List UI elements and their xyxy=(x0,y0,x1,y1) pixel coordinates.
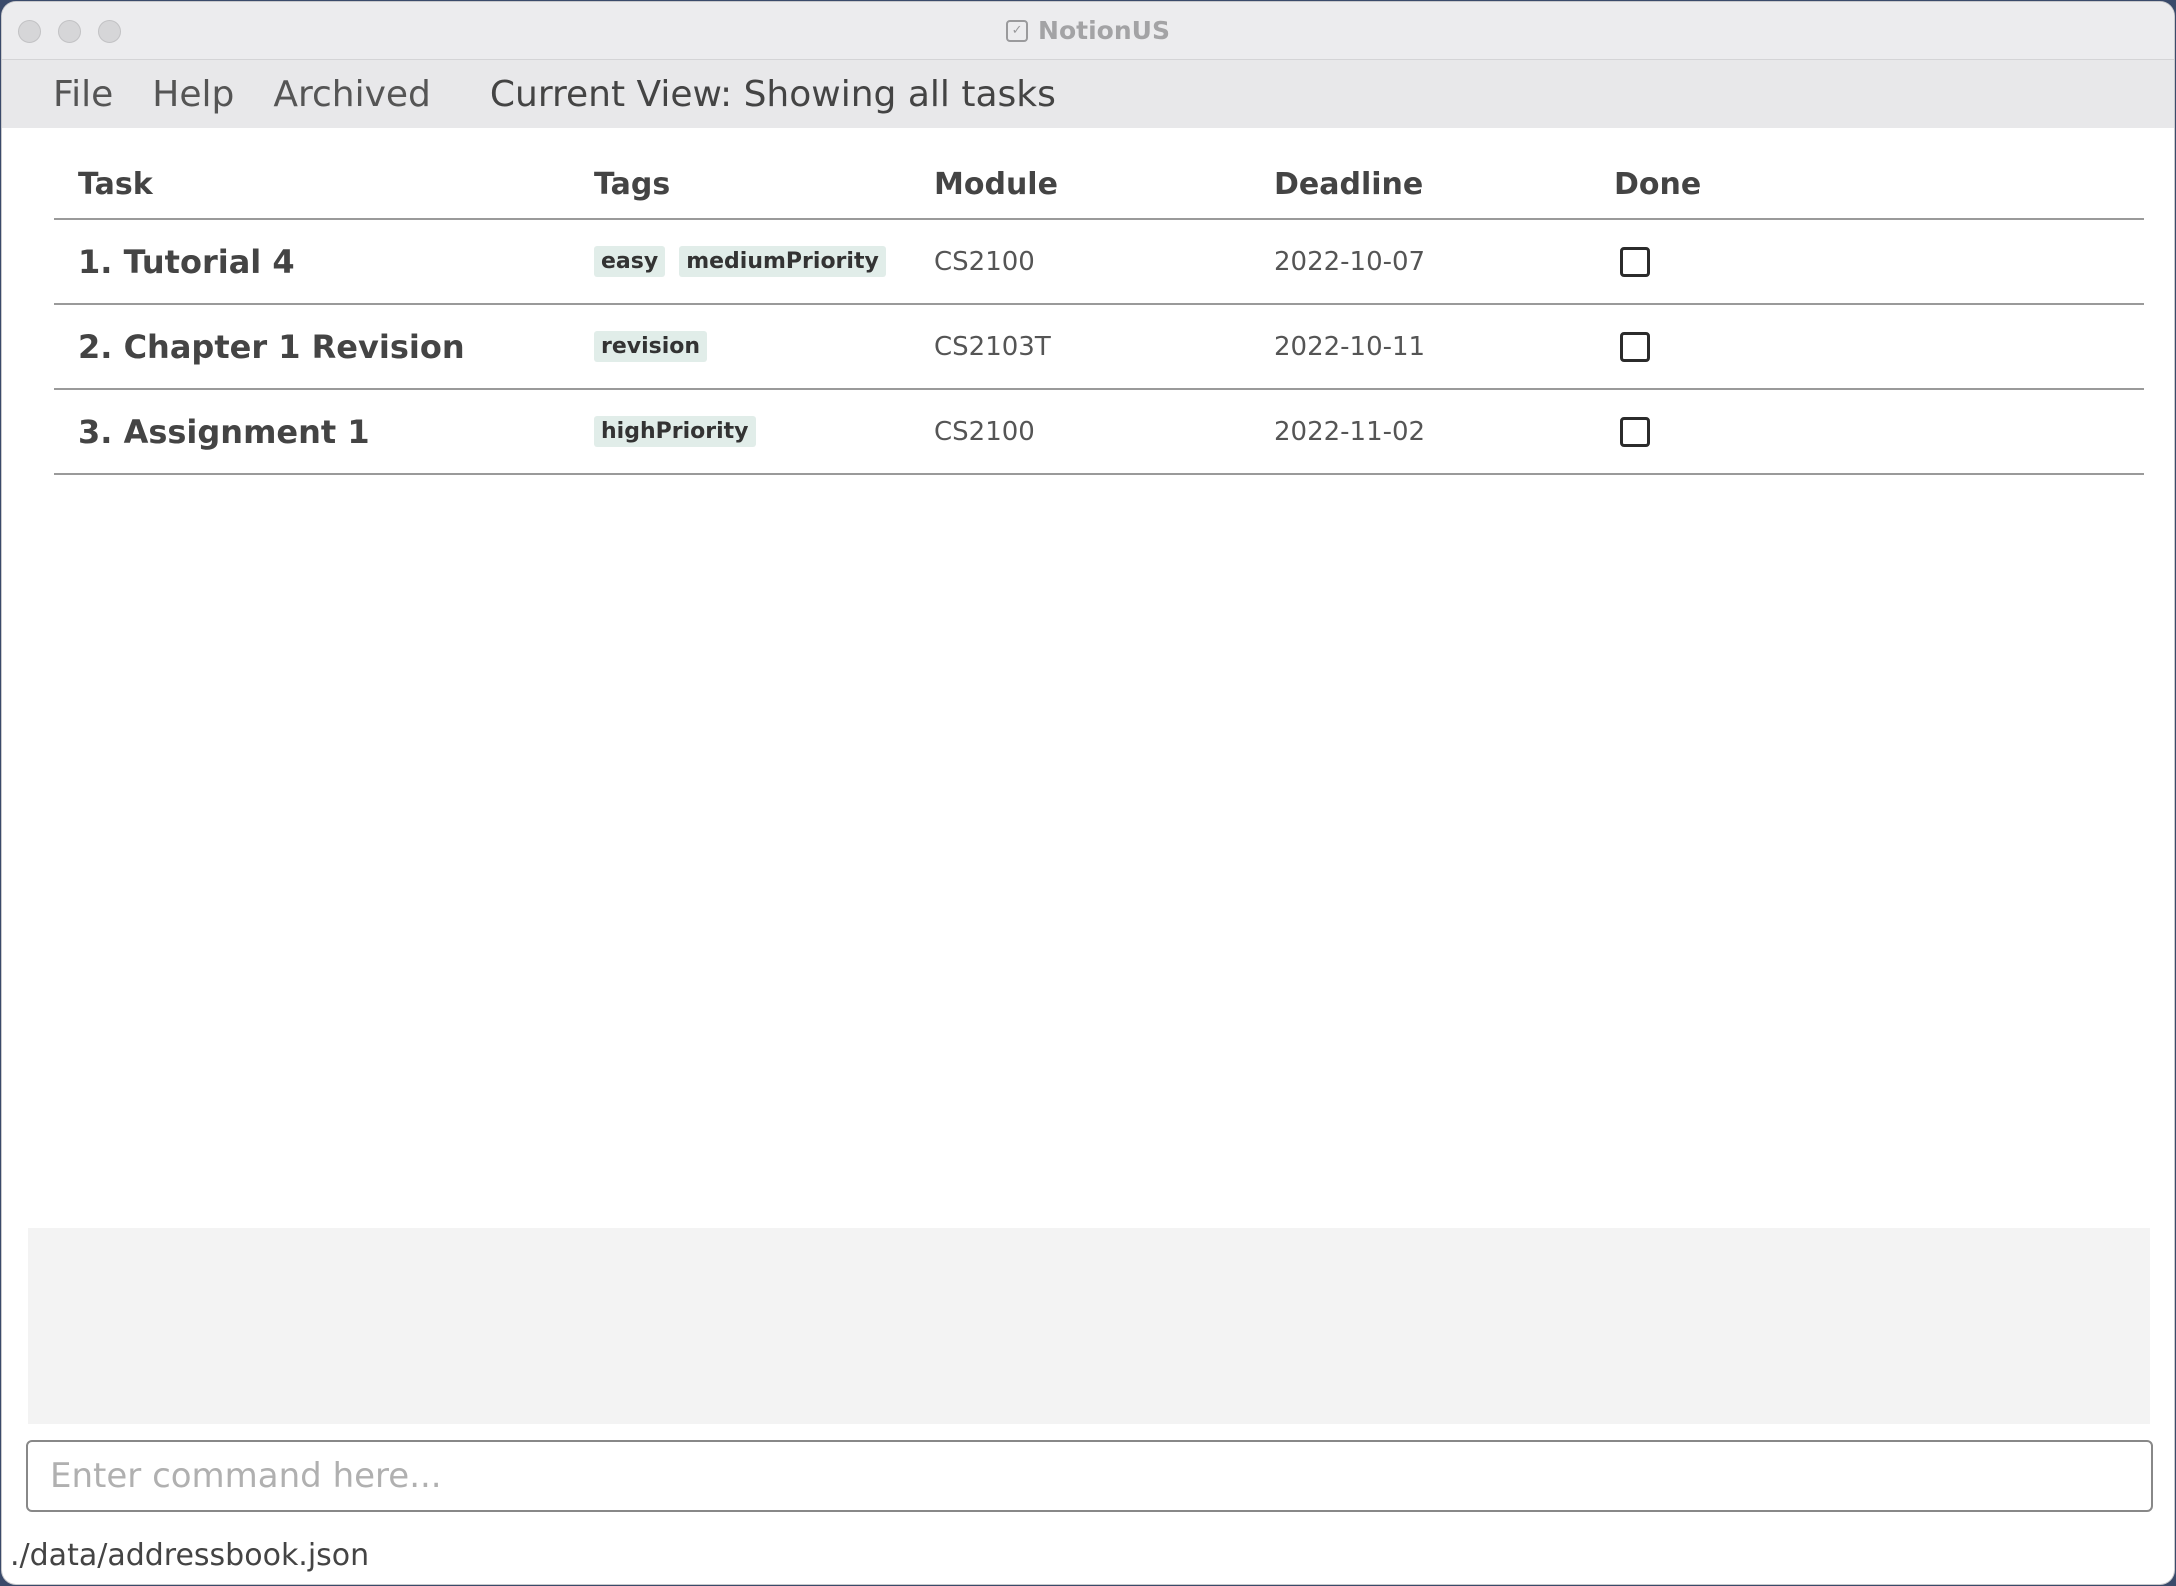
tags-cell: highPriority xyxy=(594,416,934,447)
header-tags: Tags xyxy=(594,166,671,202)
task-name: 1. Tutorial 4 xyxy=(78,242,295,281)
task-table: Task Tags Module Deadline Done 1. Tutori… xyxy=(54,150,2144,475)
table-row[interactable]: 1. Tutorial 4 easy mediumPriority CS2100… xyxy=(54,220,2144,305)
table-row[interactable]: 2. Chapter 1 Revision revision CS2103T 2… xyxy=(54,305,2144,390)
title-bar: ✓ NotionUS xyxy=(2,2,2174,60)
done-checkbox[interactable] xyxy=(1620,331,1650,362)
done-checkbox[interactable] xyxy=(1620,246,1650,277)
tag: revision xyxy=(594,331,708,362)
header-done: Done xyxy=(1614,166,1702,202)
menu-file[interactable]: File xyxy=(53,74,113,115)
menu-help[interactable]: Help xyxy=(152,74,234,115)
table-row[interactable]: 3. Assignment 1 highPriority CS2100 2022… xyxy=(54,390,2144,475)
task-name: 3. Assignment 1 xyxy=(78,412,370,451)
tags-cell: easy mediumPriority xyxy=(594,246,934,277)
deadline-cell: 2022-10-07 xyxy=(1274,246,1426,277)
header-module: Module xyxy=(934,166,1058,202)
menu-archived[interactable]: Archived xyxy=(273,74,431,115)
menu-bar: File Help Archived Current View: Showing… xyxy=(2,60,2174,128)
module-cell: CS2100 xyxy=(934,416,1035,447)
result-display xyxy=(28,1228,2150,1424)
window-title: NotionUS xyxy=(1038,16,1170,45)
tags-cell: revision xyxy=(594,331,934,362)
tag: highPriority xyxy=(594,416,756,447)
command-input[interactable] xyxy=(26,1440,2153,1512)
done-checkbox[interactable] xyxy=(1620,416,1650,447)
app-icon: ✓ xyxy=(1006,19,1029,42)
module-cell: CS2100 xyxy=(934,246,1035,277)
header-deadline: Deadline xyxy=(1274,166,1424,202)
header-task: Task xyxy=(78,166,153,202)
module-cell: CS2103T xyxy=(934,331,1051,362)
deadline-cell: 2022-11-02 xyxy=(1274,416,1426,447)
deadline-cell: 2022-10-11 xyxy=(1274,331,1426,362)
task-name: 2. Chapter 1 Revision xyxy=(78,327,465,366)
title-wrap: ✓ NotionUS xyxy=(2,2,2174,59)
app-window: ✓ NotionUS File Help Archived Current Vi… xyxy=(2,2,2174,1584)
status-bar-path: ./data/addressbook.json xyxy=(10,1538,370,1573)
current-view-label: Current View: Showing all tasks xyxy=(489,73,1056,115)
tag: easy xyxy=(594,246,666,277)
table-header: Task Tags Module Deadline Done xyxy=(54,150,2144,220)
tag: mediumPriority xyxy=(679,246,886,277)
